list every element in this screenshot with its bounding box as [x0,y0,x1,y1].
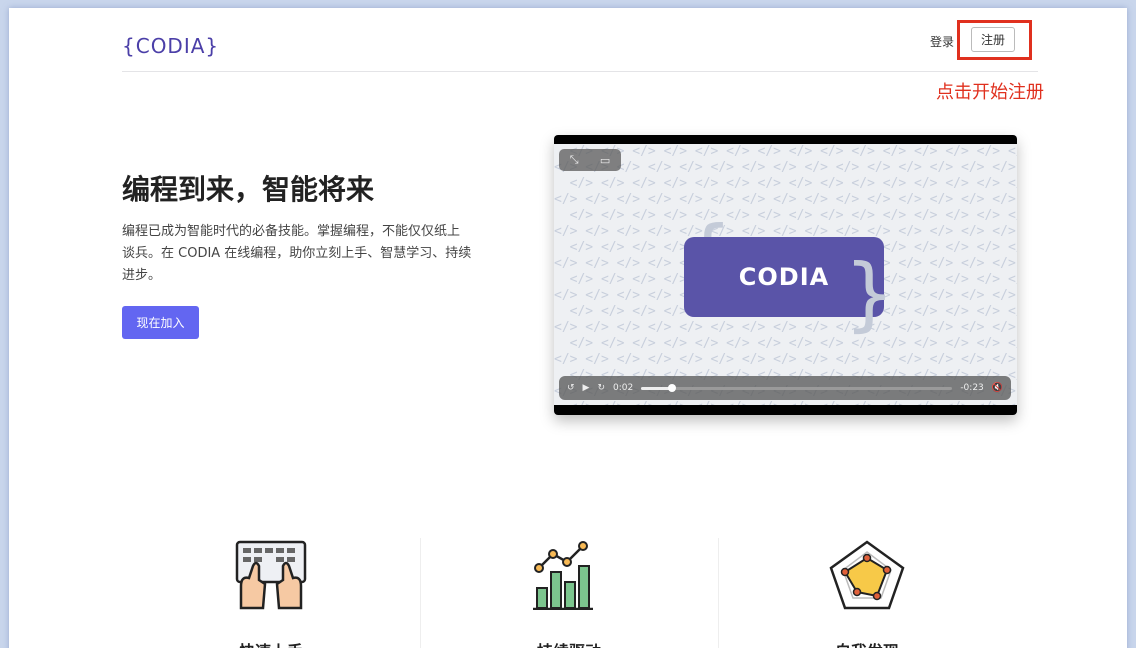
video-controls: ↺ ▶ ↻ 0:02 -0:23 🔇 [559,376,1011,400]
hero-description: 编程已成为智能时代的必备技能。掌握编程，不能仅仅纸上谈兵。在 CODIA 在线编… [122,224,472,283]
page-frame: {CODIA} 登录 注册 点击开始注册 编程到来，智能将来 编程已成为智能时代… [9,8,1127,648]
video-frame: </> </> </> </> </> </> </> </> </> </> … [554,144,1017,405]
remaining-time: -0:23 [960,383,984,393]
feature-divider [420,538,421,648]
codia-logo[interactable]: {CODIA} [122,34,219,58]
hero-title: 编程到来，智能将来 [122,173,375,206]
join-now-button[interactable]: 现在加入 [122,306,199,339]
header-divider [122,71,1038,72]
login-link[interactable]: 登录 [930,33,954,50]
elapsed-time: 0:02 [613,383,634,393]
feature-divider [718,538,719,648]
progress-slider[interactable] [641,383,953,392]
keyboard-hands-icon [231,540,311,610]
video-player[interactable]: </> </> </> </> </> </> </> </> </> </> … [554,135,1017,415]
bar-chart-growth-icon [529,540,609,611]
signup-button[interactable]: 注册 [971,27,1015,52]
right-brace-icon: } [844,247,895,340]
radar-chart-icon [827,540,907,610]
rewind-15-icon[interactable]: ↺ [567,383,575,393]
play-icon[interactable]: ▶ [583,383,590,393]
pip-icon[interactable]: ▭ [600,154,610,167]
signup-annotation: 点击开始注册 [936,82,1044,103]
video-top-controls: ⤡ ▭ [559,149,621,171]
feature-title: 快速上手 [239,638,303,648]
mute-icon[interactable]: 🔇 [992,383,1003,393]
fullscreen-icon[interactable]: ⤡ [570,153,579,167]
video-logo-text: CODIA [738,263,830,291]
feature-title: 自我发现 [835,638,899,648]
forward-15-icon[interactable]: ↻ [597,383,605,393]
progress-knob[interactable] [668,383,677,392]
feature-title: 持续驱动 [537,638,601,648]
